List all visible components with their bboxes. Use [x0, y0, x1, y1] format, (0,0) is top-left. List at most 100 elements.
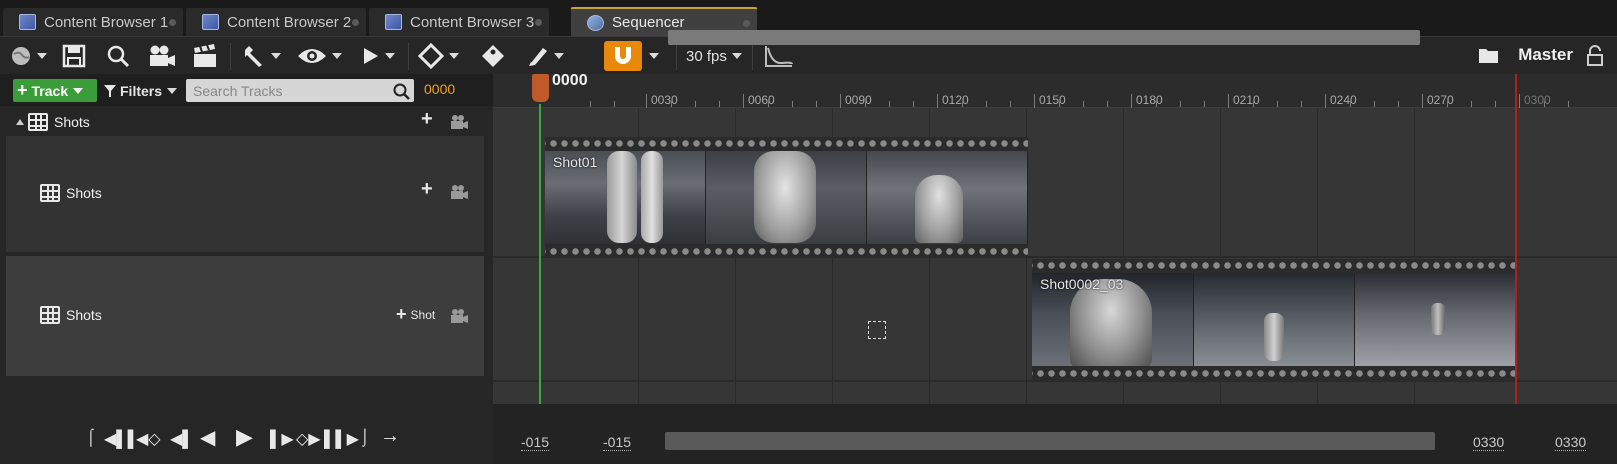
view-range-start[interactable]: -015: [603, 434, 632, 451]
film-strip-icon: [40, 184, 60, 202]
tab-content-browser-1[interactable]: Content Browser 1: [2, 7, 184, 36]
playhead-handle[interactable]: [532, 74, 549, 102]
figure-shape: [1263, 313, 1284, 361]
figure-shape: [607, 151, 637, 243]
next-key-button[interactable]: ◇▶: [296, 429, 321, 449]
tab-close-icon[interactable]: [743, 20, 750, 27]
save-icon: [62, 44, 86, 68]
shot-thumbnails: [545, 151, 1028, 244]
tools-menu-button[interactable]: [242, 41, 281, 71]
tab-label: Sequencer: [612, 14, 685, 31]
jump-to-end-button[interactable]: ⌡: [360, 429, 370, 447]
film-perforation: [545, 245, 1028, 258]
view-options-button[interactable]: [297, 41, 342, 71]
search-icon[interactable]: [392, 82, 410, 100]
edit-mode-button[interactable]: [527, 41, 564, 71]
add-shot-button[interactable]: +: [421, 108, 433, 131]
tab-content-browser-2[interactable]: Content Browser 2: [185, 7, 367, 36]
step-forward-button[interactable]: ▌▶: [270, 429, 294, 449]
snap-options-button[interactable]: [644, 41, 659, 71]
tab-close-icon[interactable]: [535, 19, 542, 26]
chevron-down-icon: [649, 53, 659, 59]
auto-key-button[interactable]: [480, 41, 506, 71]
figure-shape: [1431, 303, 1446, 335]
working-range-end[interactable]: 0330: [1555, 434, 1587, 451]
content-browser-icon: [19, 14, 36, 30]
shots-track-root[interactable]: Shots: [16, 112, 90, 132]
snap-toggle-button[interactable]: [604, 41, 642, 71]
shot-section[interactable]: Shot01: [545, 137, 1028, 258]
play-button[interactable]: ▶: [236, 424, 253, 450]
chevron-down-icon: [449, 53, 459, 59]
shots-track-row[interactable]: Shots + Shot: [6, 256, 484, 376]
curve-editor-button[interactable]: [764, 41, 794, 71]
save-button[interactable]: [62, 41, 86, 71]
selection-marquee: [868, 321, 886, 339]
lock-button[interactable]: [1586, 41, 1604, 71]
ruler-minor-tick: [695, 101, 696, 107]
play-reverse-button[interactable]: ◀: [200, 425, 215, 450]
chevron-down-icon: [167, 87, 178, 94]
previous-key-button[interactable]: ◀◇: [136, 429, 161, 449]
toolbar-divider: [230, 43, 231, 70]
ruler-minor-tick: [1107, 101, 1108, 107]
frame-rate-dropdown[interactable]: 30 fps: [686, 41, 742, 71]
jump-to-next-key-button[interactable]: ▌▌▶: [324, 429, 359, 449]
tab-close-icon[interactable]: [352, 19, 359, 26]
fps-label: 30 fps: [686, 47, 727, 65]
sequence-breadcrumb[interactable]: Master: [1518, 45, 1573, 65]
track-name: Shots: [40, 184, 102, 202]
view-range-end[interactable]: 0330: [1473, 434, 1505, 451]
create-camera-button[interactable]: [148, 41, 176, 71]
keyframe-icon: [418, 43, 444, 69]
wrench-icon: [245, 46, 262, 67]
camera-icon[interactable]: [450, 308, 469, 324]
tab-close-icon[interactable]: [169, 19, 176, 26]
camera-icon[interactable]: [450, 114, 469, 130]
jump-to-previous-key-button[interactable]: ◀▌▌: [104, 429, 139, 449]
working-range-start[interactable]: -015: [521, 434, 550, 451]
tab-content-browser-3[interactable]: Content Browser 3: [368, 7, 550, 36]
transport-controls: ⌠ ◀▌▌ ◀◇ ◀▌ ◀ ▶ ▌▶ ◇▶ ▌▌▶ ⌡ →: [0, 404, 493, 464]
expand-arrow-icon[interactable]: [16, 119, 24, 125]
current-frame-field[interactable]: 0000: [424, 81, 455, 97]
timeline-scrollbar-thumb[interactable]: [668, 30, 1420, 45]
jump-to-start-button[interactable]: ⌠: [86, 429, 96, 447]
key-group-button[interactable]: [418, 41, 459, 71]
curve-editor-icon: [765, 46, 793, 67]
playback-options-button[interactable]: [362, 41, 395, 71]
browse-folder-button[interactable]: [1478, 41, 1500, 71]
render-movie-button[interactable]: [192, 41, 218, 71]
chevron-down-icon: [37, 53, 47, 59]
folder-icon: [1479, 49, 1498, 63]
camera-icon[interactable]: [450, 184, 469, 200]
step-back-button[interactable]: ◀▌: [170, 429, 194, 449]
ruler-minor-tick: [792, 101, 793, 107]
plus-icon: +: [396, 304, 407, 324]
filters-button[interactable]: Filters: [104, 79, 178, 102]
ruler-minor-tick: [1398, 101, 1399, 107]
time-ruler[interactable]: 0030 0060 0090 0120 0150 0180 0210 0240 …: [493, 74, 1617, 108]
ruler-minor-tick: [671, 101, 672, 107]
ruler-minor-tick: [1447, 101, 1448, 107]
timeline-scrollbar[interactable]: [665, 432, 1435, 450]
shots-track-row[interactable]: Shots +: [6, 136, 484, 252]
ruler-minor-tick: [865, 101, 866, 107]
add-shot-button[interactable]: + Shot: [396, 304, 435, 325]
playback-end-marker[interactable]: [1515, 74, 1517, 404]
add-track-button[interactable]: + Track: [13, 79, 97, 102]
ruler-minor-tick: [1301, 101, 1302, 107]
loop-toggle-button[interactable]: →: [380, 425, 400, 448]
ruler-minor-tick: [1180, 101, 1181, 107]
add-shot-button[interactable]: +: [421, 178, 433, 201]
world-menu-button[interactable]: [10, 41, 47, 71]
track-label: Shots: [54, 114, 90, 130]
shot-section[interactable]: Shot0002_03: [1032, 259, 1517, 380]
search-tracks-input[interactable]: [186, 79, 414, 102]
find-in-browser-button[interactable]: [106, 41, 130, 71]
play-icon: [364, 48, 378, 64]
ruler-minor-tick: [913, 101, 914, 107]
ruler-minor-tick: [1350, 101, 1351, 107]
ruler-minor-tick: [719, 101, 720, 107]
ruler-minor-tick: [816, 101, 817, 107]
